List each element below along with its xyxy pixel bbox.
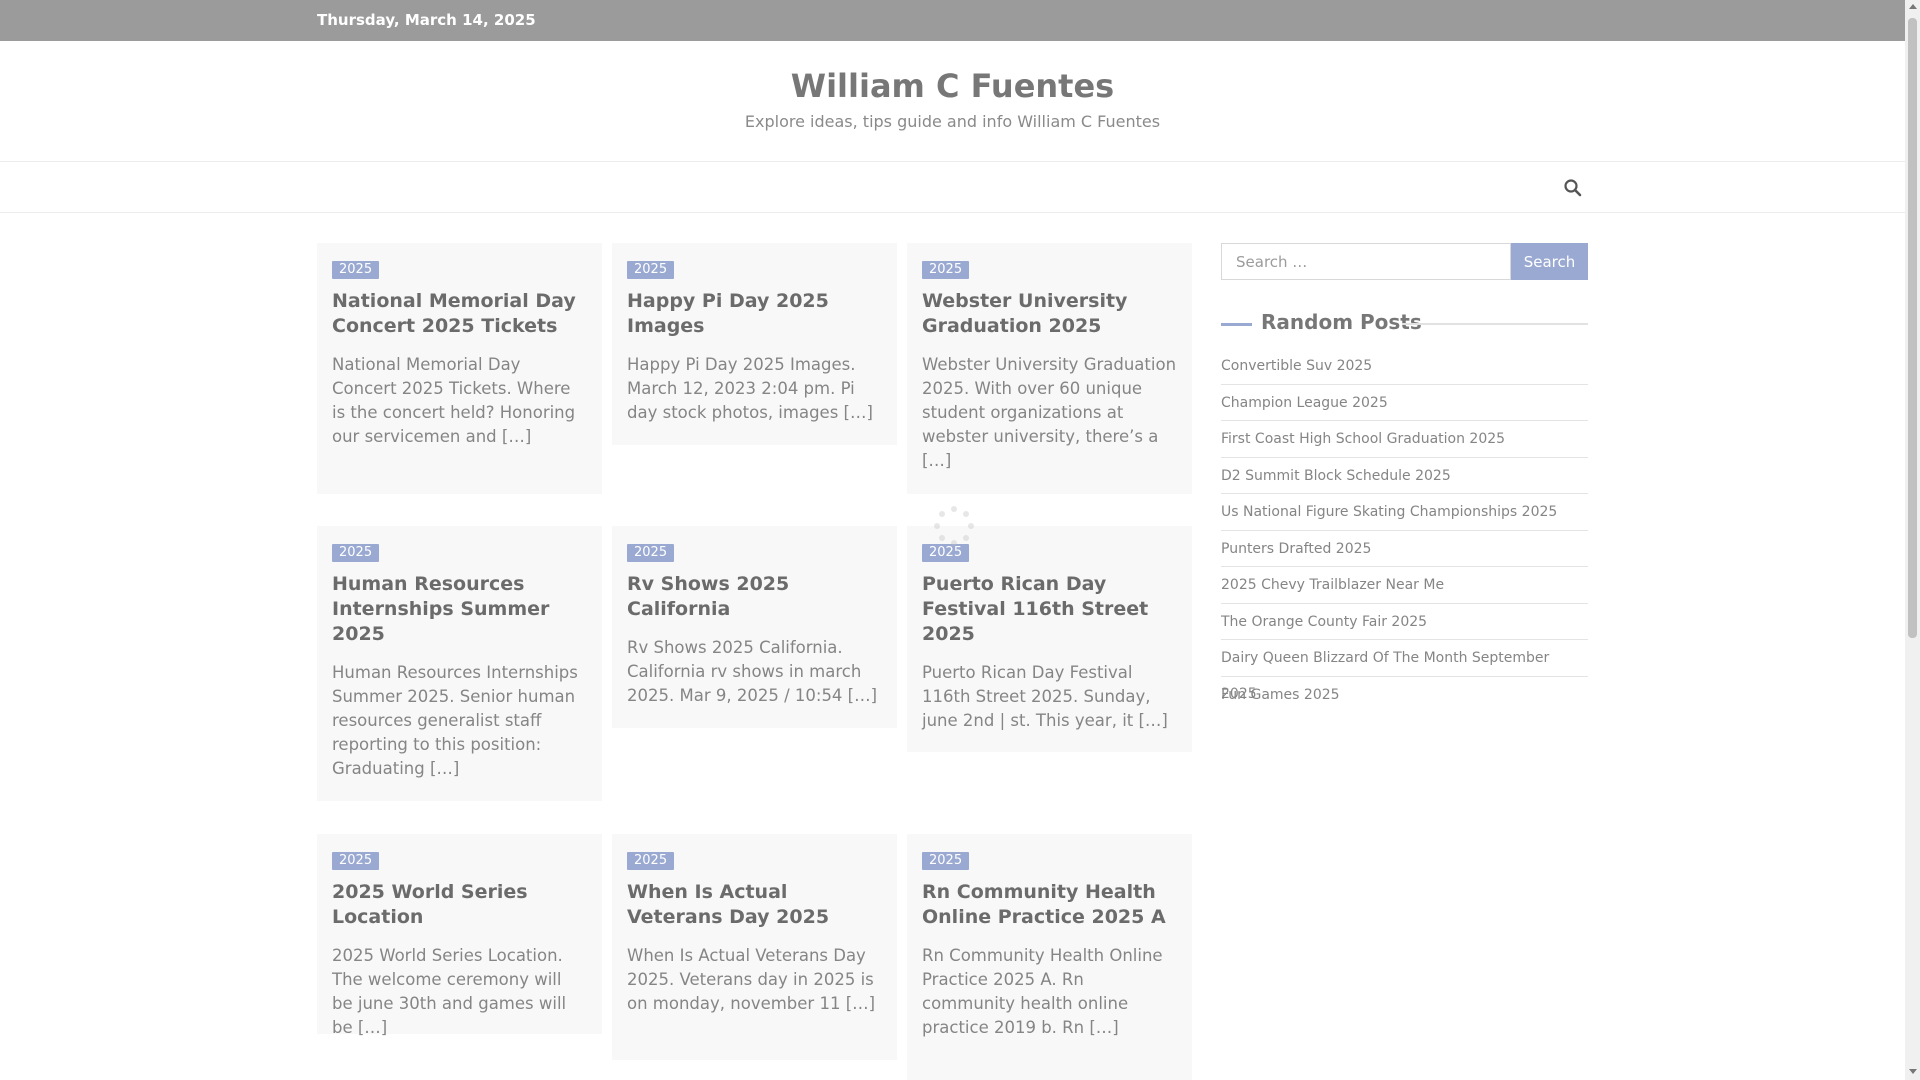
search-button[interactable]: Search	[1511, 243, 1588, 280]
site-header: William C Fuentes Explore ideas, tips gu…	[0, 41, 1905, 161]
scroll-down-arrow-icon[interactable]	[1909, 1069, 1917, 1074]
post-title-link[interactable]: Human Resources Internships Summer 2025	[332, 572, 587, 647]
post-title-link[interactable]: Happy Pi Day 2025 Images	[627, 289, 882, 339]
post-title-link[interactable]: When Is Actual Veterans Day 2025	[627, 880, 882, 930]
loading-spinner-icon	[934, 506, 974, 546]
random-post-link[interactable]: The Orange County Fair 2025	[1221, 604, 1588, 640]
main-navigation	[0, 161, 1905, 213]
post-card: 2025 Webster University Graduation 2025 …	[907, 243, 1192, 494]
heading-divider	[1402, 323, 1588, 325]
post-title-link[interactable]: Puerto Rican Day Festival 116th Street 2…	[922, 572, 1177, 647]
post-excerpt: Rn Community Health Online Practice 2025…	[922, 946, 1163, 1037]
post-card: 2025 Human Resources Internships Summer …	[317, 526, 602, 801]
post-excerpt: Human Resources Internships Summer 2025.…	[332, 663, 578, 778]
post-excerpt: When Is Actual Veterans Day 2025. Vetera…	[627, 946, 876, 1013]
random-post-link[interactable]: Dairy Queen Blizzard Of The Month Septem…	[1221, 640, 1588, 702]
sidebar: Search Random Posts Convertible Suv 2025…	[1221, 243, 1588, 713]
post-card: 2025 National Memorial Day Concert 2025 …	[317, 243, 602, 494]
search-icon[interactable]	[1563, 178, 1583, 198]
page-scrollbar[interactable]	[1905, 0, 1920, 1080]
category-badge[interactable]: 2025	[332, 544, 380, 562]
random-posts-list: Convertible Suv 2025 Champion League 202…	[1221, 348, 1588, 713]
scrollbar-thumb[interactable]	[1908, 18, 1917, 638]
post-excerpt: National Memorial Day Concert 2025 Ticke…	[332, 355, 576, 446]
post-card: 2025 When Is Actual Veterans Day 2025 Wh…	[612, 834, 897, 1060]
post-excerpt: Webster University Graduation 2025. With…	[922, 355, 1177, 470]
sidebar-search: Search	[1221, 243, 1588, 280]
category-badge[interactable]: 2025	[627, 852, 675, 870]
post-title-link[interactable]: Rv Shows 2025 California	[627, 572, 882, 622]
post-card: 2025 Happy Pi Day 2025 Images Happy Pi D…	[612, 243, 897, 445]
category-badge[interactable]: 2025	[922, 261, 970, 279]
random-post-link[interactable]: Champion League 2025	[1221, 385, 1588, 421]
site-description: Explore ideas, tips guide and info Willi…	[744, 112, 1161, 131]
heading-accent-line	[1221, 323, 1252, 326]
random-post-link[interactable]: 2025 Chevy Trailblazer Near Me	[1221, 567, 1588, 604]
post-card: 2025 2025 World Series Location 2025 Wor…	[317, 834, 602, 1037]
post-card: 2025 Rv Shows 2025 California Rv Shows 2…	[612, 526, 897, 728]
post-title-link[interactable]: Webster University Graduation 2025	[922, 289, 1177, 339]
random-posts-heading: Random Posts	[1221, 310, 1588, 336]
category-badge[interactable]: 2025	[922, 852, 970, 870]
category-badge[interactable]: 2025	[332, 261, 380, 279]
category-badge[interactable]: 2025	[627, 261, 675, 279]
post-title-link[interactable]: National Memorial Day Concert 2025 Ticke…	[332, 289, 587, 339]
random-post-link[interactable]: Punters Drafted 2025	[1221, 531, 1588, 567]
widget-title: Random Posts	[1261, 310, 1422, 334]
random-post-link[interactable]: Us National Figure Skating Championships…	[1221, 494, 1588, 531]
random-post-link[interactable]: Fun Games 2025	[1221, 677, 1588, 714]
post-excerpt: 2025 World Series Location. The welcome …	[332, 946, 567, 1037]
post-title-link[interactable]: Rn Community Health Online Practice 2025…	[922, 880, 1177, 930]
post-excerpt: Happy Pi Day 2025 Images. March 12, 2023…	[627, 355, 873, 422]
post-excerpt: Puerto Rican Day Festival 116th Street 2…	[922, 663, 1168, 730]
current-date: Thursday, March 14, 2025	[317, 11, 536, 29]
top-bar: Thursday, March 14, 2025	[0, 0, 1905, 41]
search-input[interactable]	[1221, 243, 1511, 280]
post-card: 2025 Puerto Rican Day Festival 116th Str…	[907, 526, 1192, 752]
category-badge[interactable]: 2025	[627, 544, 675, 562]
random-post-link[interactable]: First Coast High School Graduation 2025	[1221, 421, 1588, 458]
category-badge[interactable]: 2025	[332, 852, 380, 870]
random-post-link[interactable]: D2 Summit Block Schedule 2025	[1221, 458, 1588, 494]
post-excerpt: Rv Shows 2025 California. California rv …	[627, 638, 878, 705]
site-title[interactable]: William C Fuentes	[0, 67, 1905, 105]
post-card: 2025 Rn Community Health Online Practice…	[907, 834, 1192, 1080]
post-title-link[interactable]: 2025 World Series Location	[332, 880, 587, 930]
random-post-link[interactable]: Convertible Suv 2025	[1221, 348, 1588, 385]
scroll-up-arrow-icon[interactable]	[1909, 4, 1917, 9]
